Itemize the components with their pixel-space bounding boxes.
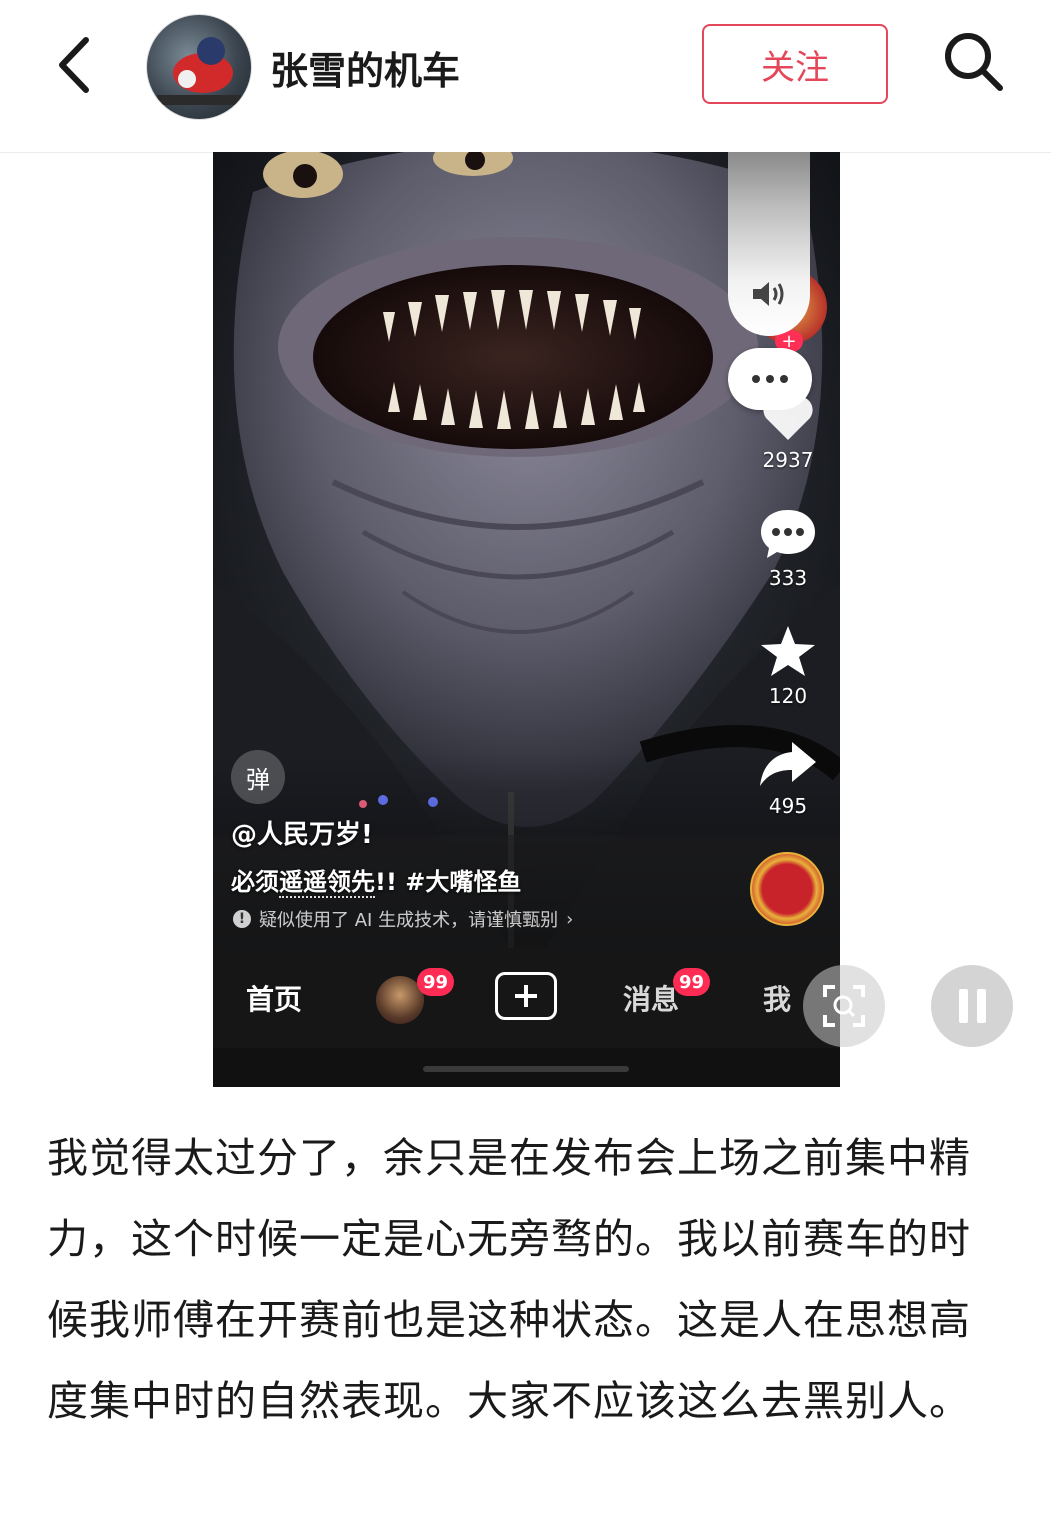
create-button[interactable] [495,972,557,1020]
more-icon [752,375,788,383]
top-bar: 张雪的机车 关注 [0,0,1051,153]
motorcycle-avatar-icon [157,37,241,105]
plus-icon [515,985,537,1007]
video-author-handle[interactable]: @人民万岁! [231,814,373,851]
description-suffix: !! [375,868,397,896]
nav-home[interactable]: 首页 [246,978,302,1018]
like-count: 2937 [762,448,814,472]
favorite-count: 120 [768,684,808,708]
volume-button[interactable] [728,252,810,336]
avatar[interactable] [146,14,252,120]
comment-action[interactable]: 333 [748,508,828,590]
video-description: 必须遥遥领先!! #大嘴怪鱼 [231,862,521,898]
description-prefix: 必须 [231,868,279,896]
volume-icon [753,282,784,306]
friends-badge: 99 [417,968,455,996]
music-disc-emblem[interactable] [750,852,824,926]
home-indicator [423,1066,629,1072]
comment-count: 333 [768,566,808,590]
nav-messages[interactable]: 消息 [623,978,679,1018]
description-link[interactable]: 遥遥领先 [279,868,375,898]
share-icon [760,742,816,786]
hashtag-link[interactable]: #大嘴怪鱼 [405,868,521,896]
share-action[interactable]: 495 [748,740,828,818]
ai-notice-text: 疑似使用了 AI 生成技术，请谨慎甄别 [259,910,559,931]
favorite-action[interactable]: 120 [748,624,828,708]
pause-icon [976,989,986,1023]
pause-button[interactable] [931,965,1013,1047]
post-body-text: 我觉得太过分了，余只是在发布会上场之前集中精力，这个时候一定是心无旁骛的。我以前… [47,1134,971,1425]
heart-icon [763,396,813,440]
back-icon[interactable] [48,30,104,100]
share-count: 495 [768,794,808,818]
scan-icon [823,985,865,1027]
follow-button[interactable]: 关注 [702,24,888,104]
chevron-right-icon: › [566,908,574,930]
scan-button[interactable] [803,965,885,1047]
info-icon: ! [233,910,251,928]
nav-me[interactable]: 我 [763,978,791,1018]
messages-badge: 99 [673,968,711,996]
username[interactable]: 张雪的机车 [270,40,460,95]
video-screenshot[interactable]: + 2937 333 120 495 弹 @人民万岁! 必须遥遥领先!! #大嘴… [213,152,840,1087]
pause-icon [958,989,968,1023]
comment-icon [761,510,815,558]
star-icon [761,626,815,676]
like-action[interactable]: 2937 [748,392,828,472]
search-icon[interactable] [938,26,1008,96]
video-nav-bar: 首页 99 消息 99 我 [213,948,840,1048]
ai-notice[interactable]: ! 疑似使用了 AI 生成技术，请谨慎甄别 › [233,906,573,932]
danmaku-button[interactable]: 弹 [231,750,285,804]
